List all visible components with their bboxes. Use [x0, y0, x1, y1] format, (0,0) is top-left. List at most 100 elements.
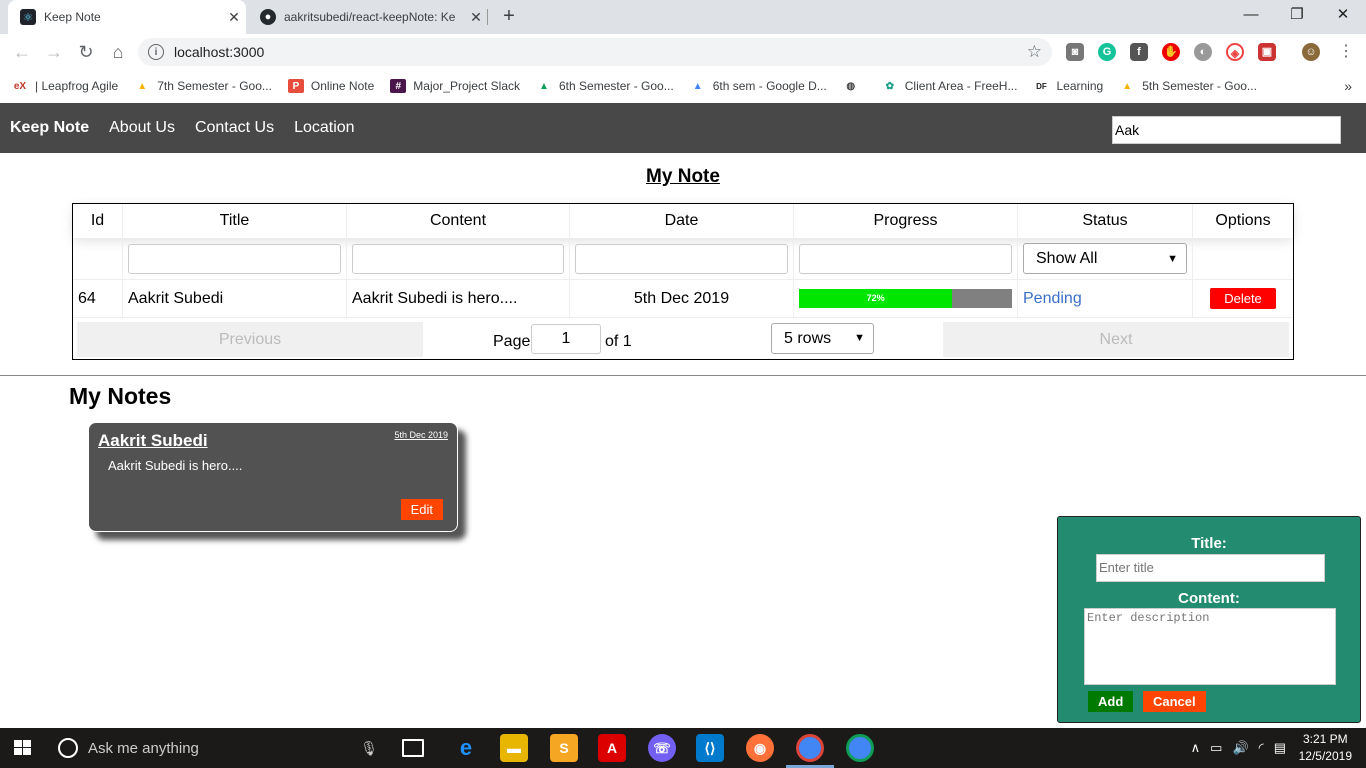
close-window-button[interactable]: ✕: [1328, 4, 1358, 26]
camera-extension-icon[interactable]: ◙: [1066, 43, 1084, 61]
delete-button[interactable]: Delete: [1210, 288, 1276, 309]
file-explorer-icon[interactable]: ▬: [500, 734, 528, 762]
profile-avatar[interactable]: ☺: [1302, 43, 1320, 61]
column-header-progress[interactable]: Progress: [794, 204, 1018, 238]
nav-contact-us[interactable]: Contact Us: [195, 119, 274, 137]
forward-button[interactable]: →: [42, 40, 66, 64]
bookmark-learning[interactable]: DF Learning: [1033, 79, 1103, 93]
url-text: localhost:3000: [174, 44, 265, 60]
page-number-input[interactable]: 1: [531, 324, 601, 354]
filter-cell-empty: [1193, 238, 1293, 279]
extension-icon[interactable]: ◈: [1226, 43, 1244, 61]
acrobat-icon[interactable]: A: [598, 734, 626, 762]
column-header-id[interactable]: Id: [73, 204, 123, 238]
note-card-title[interactable]: Aakrit Subedi: [98, 431, 208, 451]
sublime-text-icon[interactable]: S: [550, 734, 578, 762]
extension-icon[interactable]: ◐: [1194, 43, 1212, 61]
filter-cell: [794, 238, 1018, 279]
notifications-icon[interactable]: ▤: [1274, 740, 1286, 756]
github-icon: ●: [260, 9, 276, 25]
taskbar-search-box[interactable]: Ask me anything 🎙: [48, 728, 388, 768]
previous-button[interactable]: Previous: [77, 322, 423, 357]
bookmark-client-area[interactable]: ✿ Client Area - FreeH...: [882, 79, 1018, 93]
task-view-icon[interactable]: [402, 739, 424, 757]
filter-cell: [123, 238, 347, 279]
bookmark-major-project-slack[interactable]: # Major_Project Slack: [390, 79, 520, 93]
next-button[interactable]: Next: [943, 322, 1289, 357]
pagination: Previous Page 1 of 1 5 rows ▼ Next: [73, 318, 1293, 359]
bookmark-online-note[interactable]: P Online Note: [287, 79, 374, 93]
maximize-button[interactable]: ❐: [1282, 4, 1312, 26]
progress-filter-input[interactable]: [799, 243, 1012, 274]
bookmark-star-icon[interactable]: ☆: [1027, 42, 1042, 62]
add-button[interactable]: Add: [1088, 691, 1134, 712]
tab-keep-note[interactable]: ⚛ Keep Note ✕: [8, 0, 246, 34]
home-button[interactable]: ⌂: [106, 40, 130, 64]
facebook-extension-icon[interactable]: f: [1130, 43, 1148, 61]
browser-tab-bar: ⚛ Keep Note ✕ ● aakritsubedi/react-keepN…: [0, 0, 1366, 34]
new-tab-button[interactable]: +: [498, 5, 520, 28]
bookmark-7th-semester[interactable]: ▲ 7th Semester - Goo...: [134, 79, 272, 93]
bookmark-6th-semester[interactable]: ▲ 6th Semester - Goo...: [536, 79, 674, 93]
bookmark-label: 6th sem - Google D...: [712, 79, 827, 93]
date-filter-input[interactable]: [575, 243, 788, 274]
globe-icon: ◍: [846, 80, 856, 92]
chevron-up-icon[interactable]: ∧: [1191, 740, 1201, 756]
title-filter-input[interactable]: [128, 243, 341, 274]
bookmark-globe[interactable]: ◍: [843, 79, 866, 93]
volume-icon[interactable]: 🔊: [1232, 740, 1248, 756]
bookmark-label: | Leapfrog Agile: [35, 79, 119, 93]
chrome-icon[interactable]: [846, 734, 874, 762]
firefox-icon[interactable]: ◉: [746, 734, 774, 762]
tab-close-icon[interactable]: ✕: [222, 9, 246, 26]
column-header-options[interactable]: Options: [1193, 204, 1293, 238]
info-icon[interactable]: i: [148, 44, 164, 60]
battery-icon[interactable]: ▭: [1210, 740, 1222, 756]
bookmark-5th-semester[interactable]: ▲ 5th Semester - Goo...: [1119, 79, 1257, 93]
content-textarea[interactable]: Enter description: [1084, 608, 1336, 685]
back-button[interactable]: ←: [10, 40, 34, 64]
microphone-icon[interactable]: 🎙: [360, 740, 378, 757]
table-title: My Note: [646, 166, 720, 187]
column-header-content[interactable]: Content: [347, 204, 570, 238]
adblock-extension-icon[interactable]: ✋: [1162, 43, 1180, 61]
taskbar-clock[interactable]: 3:21 PM 12/5/2019: [1299, 731, 1352, 765]
url-bar[interactable]: i localhost:3000 ☆: [138, 38, 1052, 66]
viber-icon[interactable]: ☏: [648, 734, 676, 762]
title-label: Title:: [1191, 535, 1227, 552]
content-filter-input[interactable]: [352, 243, 564, 274]
tab-separator: [487, 9, 488, 25]
bookmarks-overflow-icon[interactable]: »: [1344, 78, 1352, 94]
chrome-menu-icon[interactable]: ⋮: [1334, 40, 1358, 64]
nav-location[interactable]: Location: [294, 119, 355, 137]
column-header-date[interactable]: Date: [570, 204, 794, 238]
cancel-button[interactable]: Cancel: [1143, 691, 1206, 712]
windows-start-icon[interactable]: [14, 740, 31, 756]
extension-icon[interactable]: ▣: [1258, 43, 1276, 61]
minimize-button[interactable]: —: [1236, 4, 1266, 26]
bookmark-label: Major_Project Slack: [413, 79, 520, 93]
chrome-icon[interactable]: [796, 734, 824, 762]
tab-close-icon[interactable]: ✕: [464, 9, 488, 26]
cell-content: Aakrit Subedi is hero....: [347, 280, 570, 317]
edge-icon[interactable]: e: [452, 734, 480, 762]
column-header-title[interactable]: Title: [123, 204, 347, 238]
reload-button[interactable]: ↻: [74, 40, 98, 64]
react-icon: ⚛: [20, 9, 36, 25]
bookmark-6th-sem-drive[interactable]: ▲ 6th sem - Google D...: [690, 79, 827, 93]
title-input[interactable]: Enter title: [1096, 554, 1325, 582]
brand-link[interactable]: Keep Note: [10, 119, 89, 137]
column-header-status[interactable]: Status: [1018, 204, 1193, 238]
bookmark-leapfrog[interactable]: eX | Leapfrog Agile: [12, 79, 118, 93]
status-filter-select[interactable]: Show All ▼: [1023, 243, 1187, 274]
vscode-icon[interactable]: ⟨⟩: [696, 734, 724, 762]
rows-per-page-select[interactable]: 5 rows ▼: [771, 323, 874, 354]
status-link[interactable]: Pending: [1023, 290, 1082, 308]
wifi-icon[interactable]: ◜: [1259, 740, 1264, 756]
search-input[interactable]: [1112, 116, 1341, 144]
edit-button[interactable]: Edit: [400, 499, 443, 520]
nav-about-us[interactable]: About Us: [109, 119, 175, 137]
tab-github[interactable]: ● aakritsubedi/react-keepNote: Ke ✕: [248, 0, 488, 34]
page-label: Page: [493, 333, 531, 350]
grammarly-extension-icon[interactable]: G: [1098, 43, 1116, 61]
